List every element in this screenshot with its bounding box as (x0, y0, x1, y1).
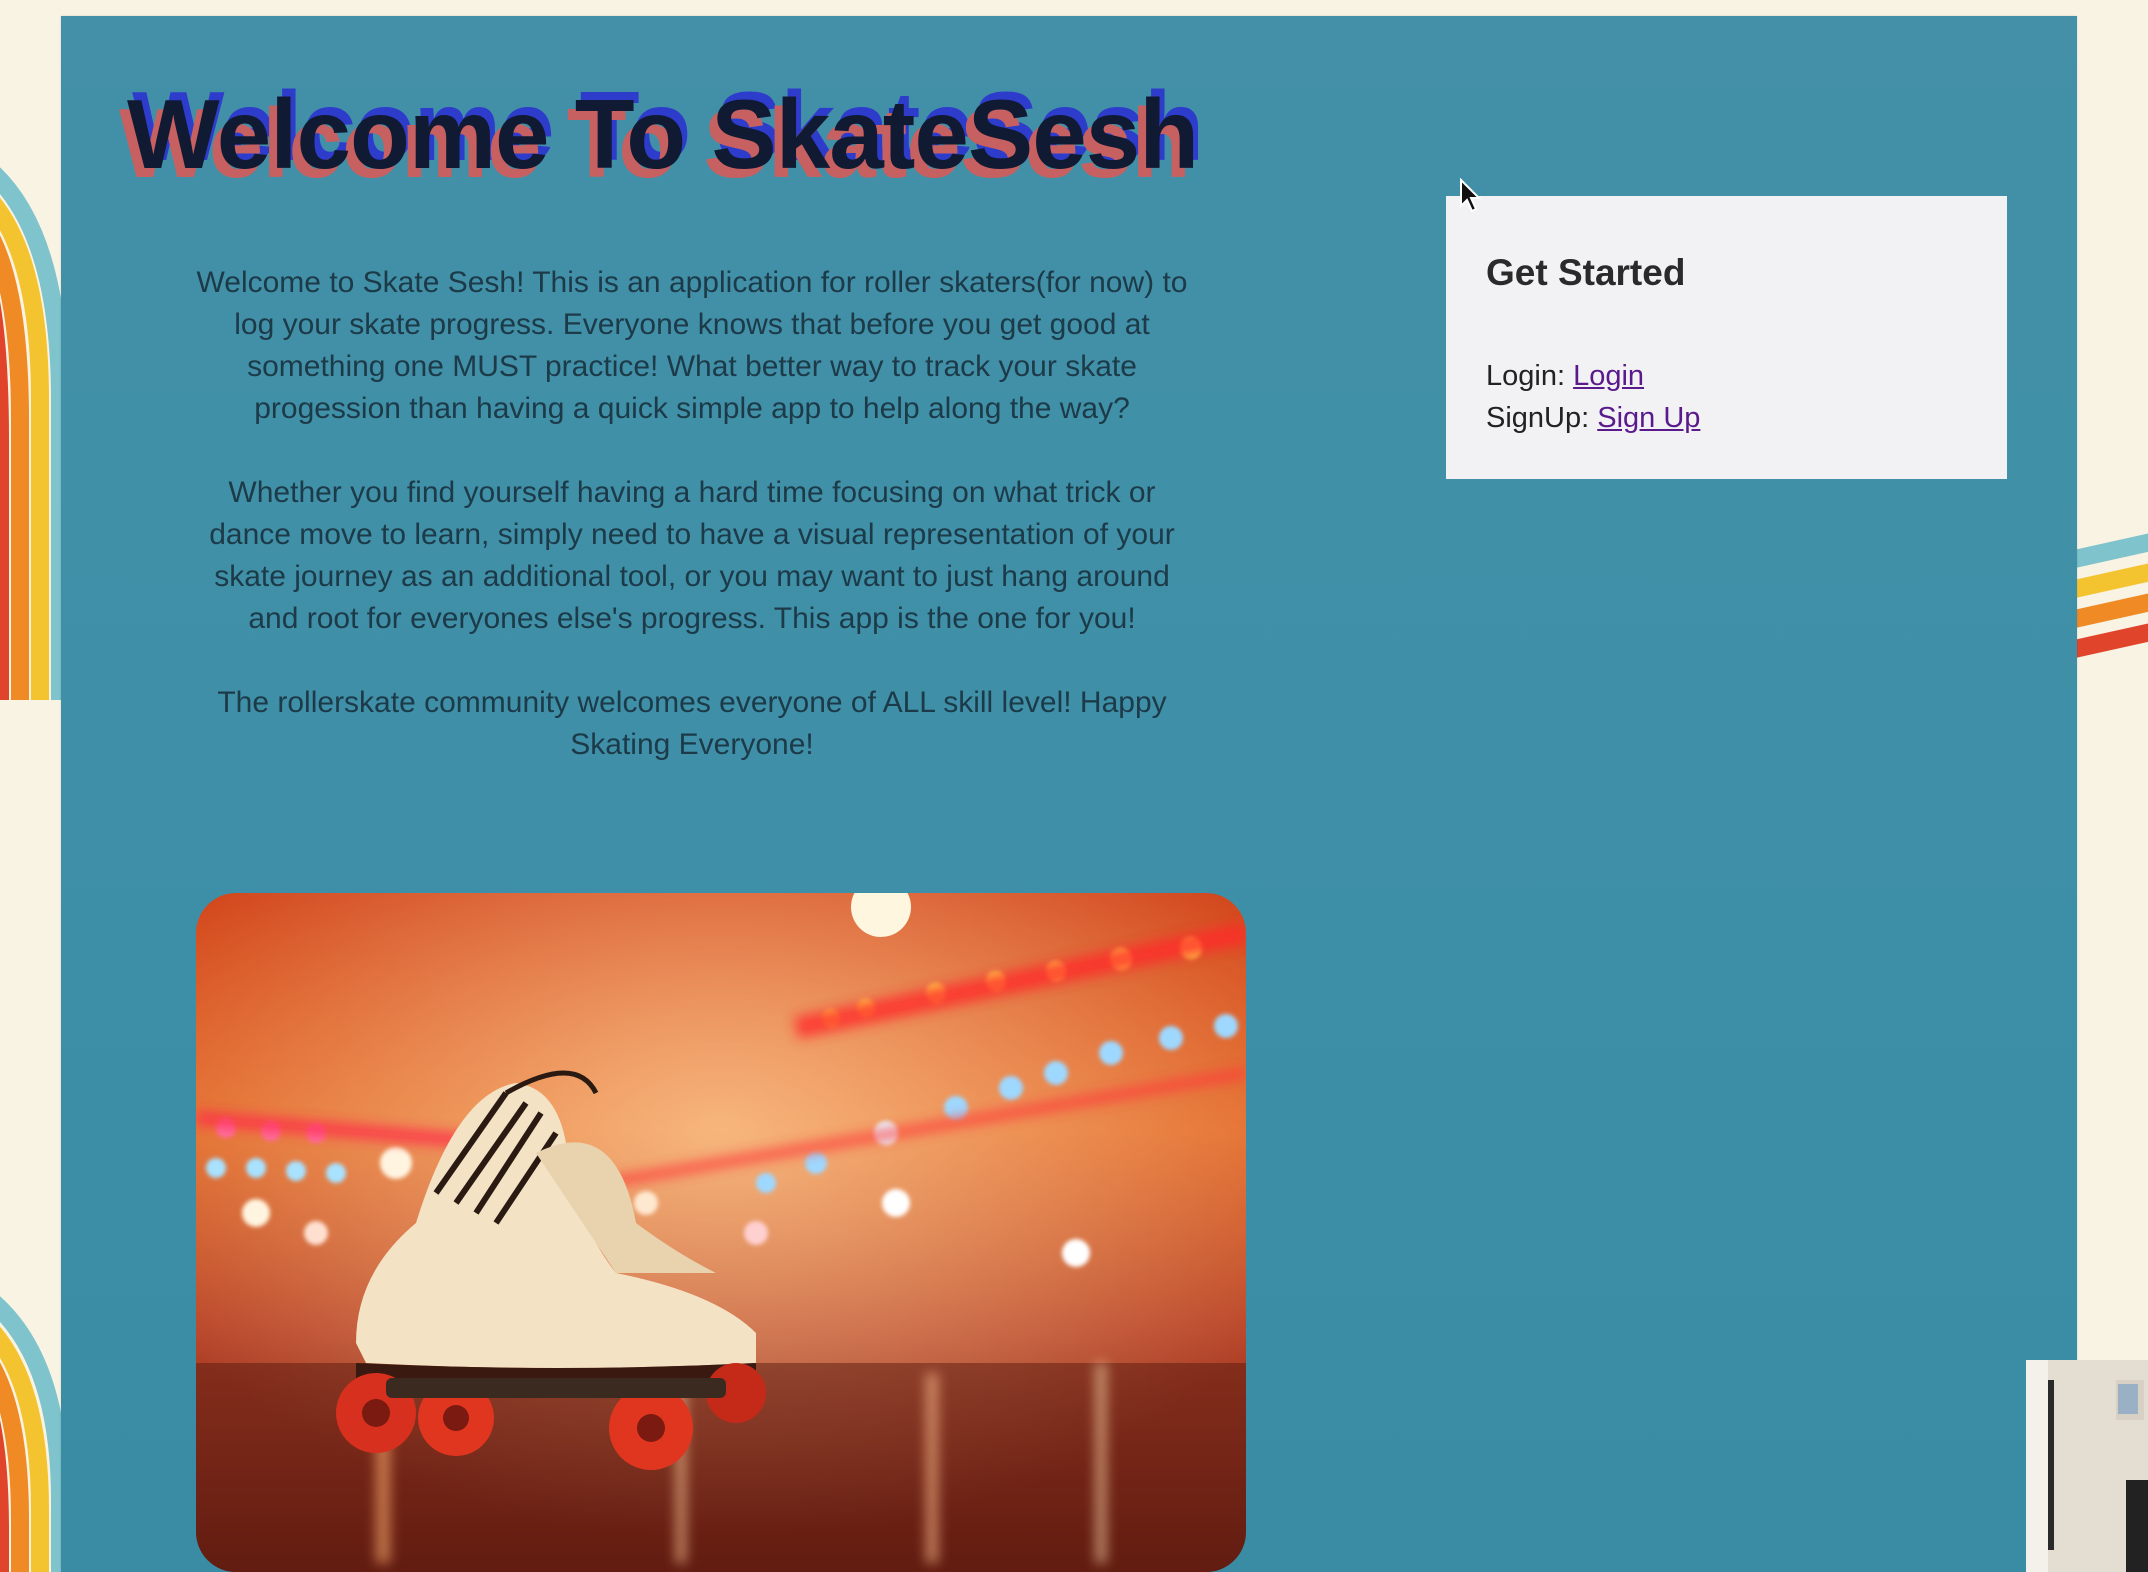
intro-paragraph: The rollerskate community welcomes every… (217, 686, 1167, 761)
get-started-card: Get Started (1446, 196, 2007, 479)
login-row: Login: Login (1486, 360, 1644, 393)
page-title: Welcome To SkateSesh (127, 79, 1199, 189)
get-started-heading: Get Started (1486, 252, 1686, 293)
signup-link[interactable]: Sign Up (1597, 402, 1700, 434)
roller-skate-hero-image (196, 893, 1246, 1572)
signup-label: SignUp: (1486, 402, 1598, 434)
webcam-overlay (2026, 1360, 2148, 1572)
signup-row: SignUp: Sign Up (1486, 402, 1700, 435)
intro-paragraph: Welcome to Skate Sesh! This is an applic… (196, 266, 1188, 425)
login-label: Login: (1486, 360, 1574, 392)
login-link[interactable]: Login (1573, 360, 1644, 392)
intro-paragraph: Whether you find yourself having a hard … (209, 476, 1175, 635)
mouse-pointer-icon (1460, 178, 1482, 213)
intro-text: Welcome to Skate Sesh! This is an applic… (190, 262, 1194, 808)
